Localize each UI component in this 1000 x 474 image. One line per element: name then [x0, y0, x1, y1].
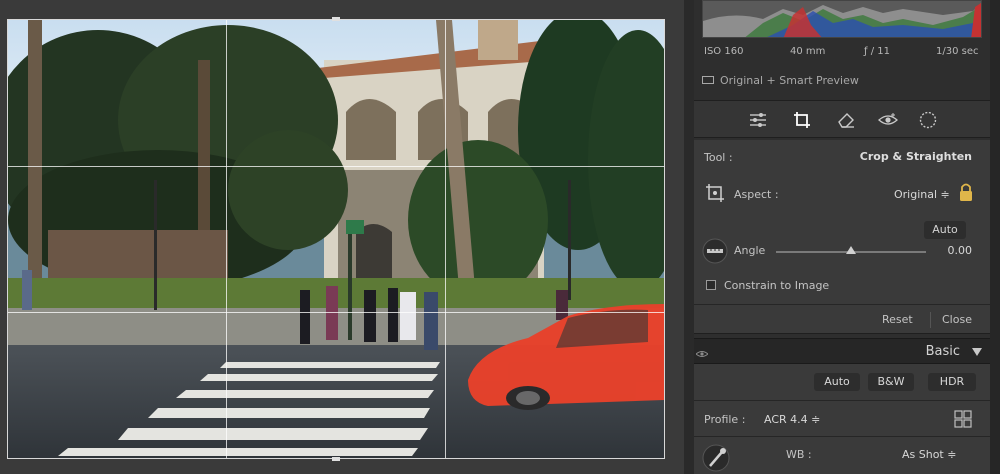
panel-divider — [684, 0, 694, 474]
tool-label: Tool : — [704, 151, 733, 164]
aspect-label: Aspect : — [734, 188, 779, 201]
crop-straighten-panel: Tool : Crop & Straighten Aspect : Origin… — [694, 140, 990, 334]
constrain-label[interactable]: Constrain to Image — [724, 279, 829, 292]
lock-icon[interactable] — [958, 182, 974, 202]
crop-handle-bottom[interactable] — [332, 457, 340, 461]
iso-readout: ISO 160 — [704, 46, 744, 57]
smart-preview-status[interactable]: Original + Smart Preview — [702, 70, 982, 90]
basic-divider-1 — [694, 400, 990, 401]
lightroom-window: ISO 160 40 mm ƒ / 11 1/30 sec Original +… — [0, 0, 1000, 474]
focal-length-readout: 40 mm — [790, 46, 826, 57]
crop-handle-top[interactable] — [332, 17, 340, 21]
auto-straighten-button[interactable]: Auto — [924, 221, 966, 239]
wb-eyedropper-icon[interactable] — [702, 442, 730, 472]
angle-slider-thumb[interactable] — [846, 246, 856, 254]
hdr-button[interactable]: HDR — [928, 373, 976, 391]
histogram[interactable] — [702, 0, 982, 38]
bw-button[interactable]: B&W — [868, 373, 914, 391]
profile-browser-grid-icon[interactable] — [954, 410, 972, 428]
aperture-readout: ƒ / 11 — [864, 46, 890, 57]
crop-icon[interactable] — [790, 108, 814, 132]
panel-scrollbar[interactable] — [990, 0, 1000, 474]
profile-dropdown[interactable]: ACR 4.4 ≑ — [764, 413, 820, 426]
basic-panel-title: Basic — [925, 344, 960, 359]
basic-panel-header[interactable]: Basic — [694, 338, 990, 364]
aspect-dropdown[interactable]: Original ≑ — [894, 188, 950, 201]
shutter-readout: 1/30 sec — [936, 46, 979, 57]
photo-canvas[interactable] — [0, 0, 684, 474]
tool-strip — [694, 100, 990, 138]
visibility-eye-icon[interactable] — [695, 345, 709, 357]
sliders-icon[interactable] — [746, 108, 770, 132]
eraser-icon[interactable] — [834, 108, 858, 132]
crop-overlay[interactable] — [7, 19, 665, 459]
mask-icon[interactable] — [916, 108, 940, 132]
angle-label: Angle — [734, 244, 766, 257]
constrain-checkbox[interactable] — [706, 280, 716, 290]
straighten-tool-icon[interactable] — [702, 238, 728, 264]
redeye-icon[interactable] — [876, 108, 900, 132]
tool-name: Crop & Straighten — [859, 150, 972, 163]
histogram-graph — [703, 1, 981, 37]
right-panel: ISO 160 40 mm ƒ / 11 1/30 sec Original +… — [694, 0, 990, 474]
smart-preview-icon — [702, 76, 714, 84]
footer-separator — [930, 312, 931, 328]
crop-frame-icon[interactable] — [704, 182, 726, 204]
basic-divider-2 — [694, 436, 990, 437]
profile-label: Profile : — [704, 413, 746, 426]
auto-tone-button[interactable]: Auto — [814, 373, 860, 391]
wb-dropdown[interactable]: As Shot ≑ — [902, 448, 956, 461]
collapse-triangle-icon[interactable] — [972, 348, 982, 356]
basic-panel-body: Auto B&W HDR Profile : ACR 4.4 ≑ WB : As… — [694, 364, 990, 474]
angle-value[interactable]: 0.00 — [948, 244, 973, 257]
smart-preview-label: Original + Smart Preview — [720, 73, 859, 87]
wb-label: WB : — [786, 448, 812, 461]
reset-button[interactable]: Reset — [882, 313, 913, 326]
crop-footer-divider — [694, 304, 990, 305]
close-button[interactable]: Close — [942, 313, 972, 326]
